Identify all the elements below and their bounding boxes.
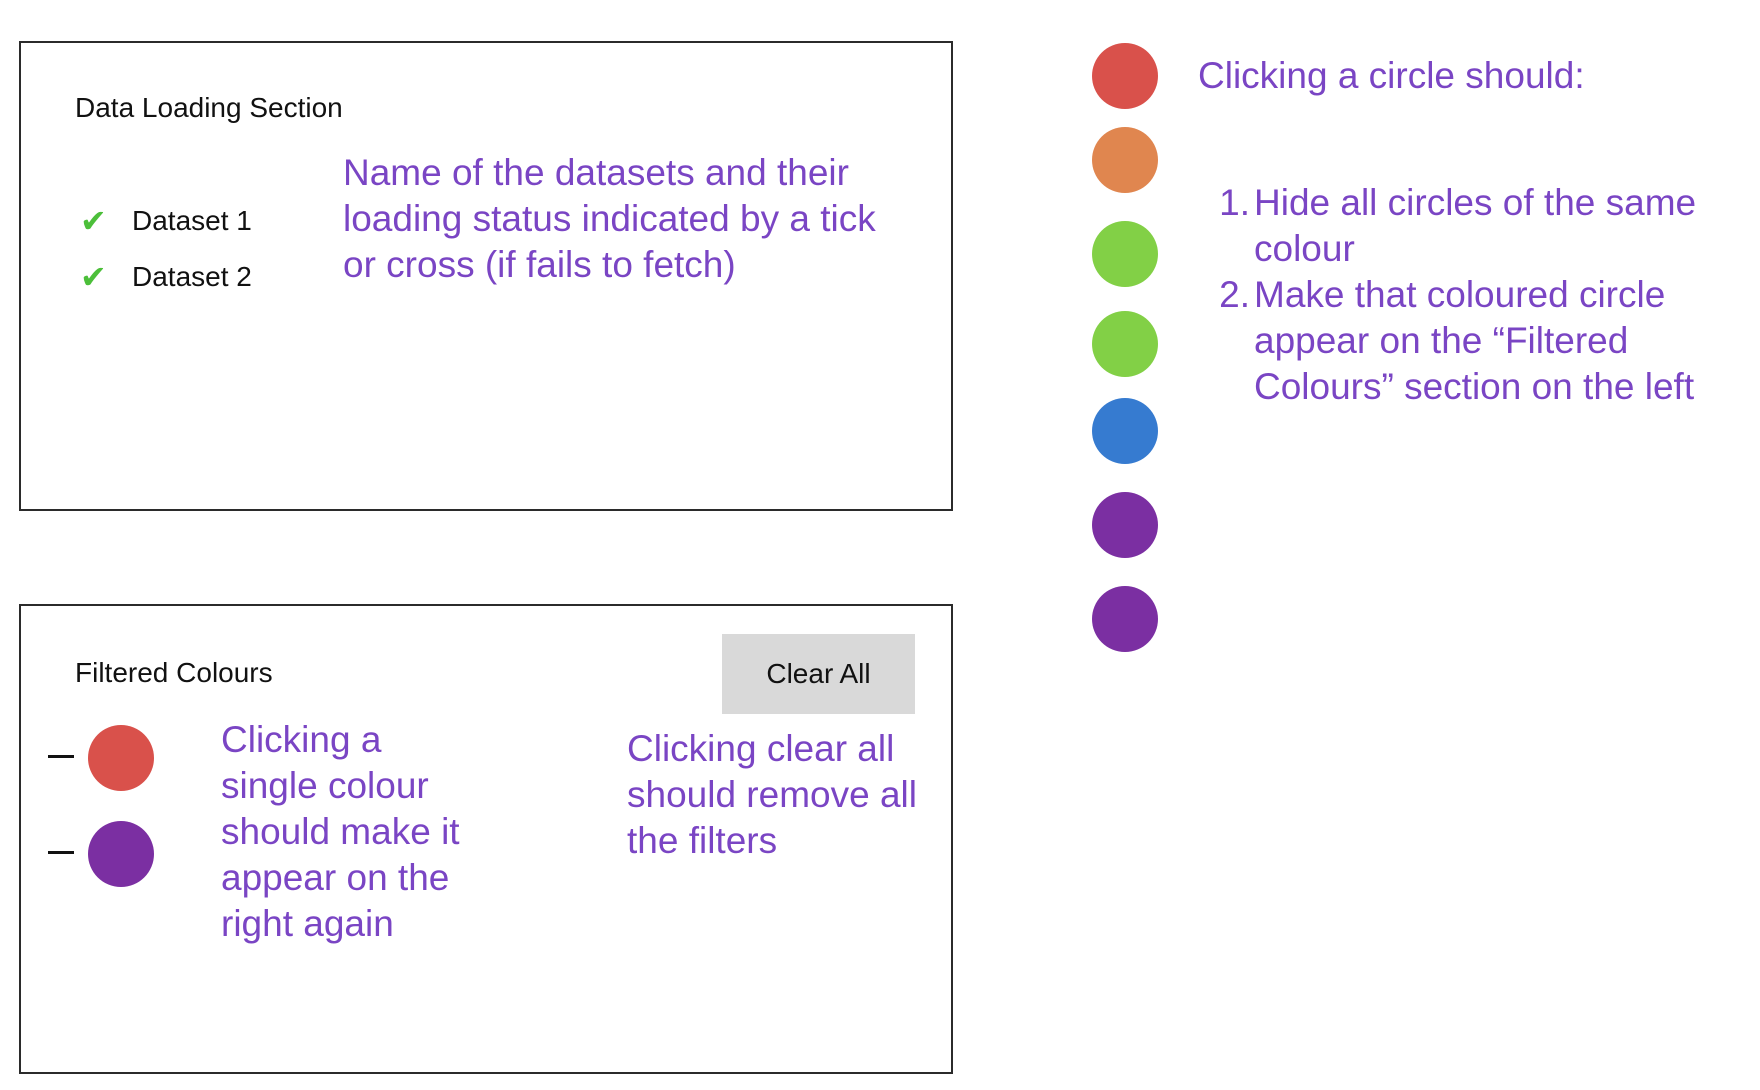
data-loading-annotation: Name of the datasets and their loading s… bbox=[343, 152, 876, 285]
check-icon: ✔ bbox=[80, 259, 107, 295]
circle-instructions-heading: Clicking a circle should: bbox=[1198, 55, 1585, 96]
instruction-step: 1. Hide all circles of the same colour bbox=[1198, 180, 1760, 272]
colour-circle[interactable] bbox=[1092, 221, 1158, 287]
step-number: 2. bbox=[1219, 274, 1250, 315]
check-icon: ✔ bbox=[80, 203, 107, 239]
filtered-colour-circle[interactable] bbox=[88, 725, 154, 791]
clear-all-button[interactable]: Clear All bbox=[722, 634, 915, 714]
colour-circle[interactable] bbox=[1092, 311, 1158, 377]
colour-circle[interactable] bbox=[1092, 586, 1158, 652]
dataset-name: Dataset 2 bbox=[132, 261, 252, 292]
step-text: Hide all circles of the same colour bbox=[1254, 182, 1697, 269]
colour-circle[interactable] bbox=[1092, 492, 1158, 558]
step-number: 1. bbox=[1219, 182, 1250, 223]
colour-circle[interactable] bbox=[1092, 127, 1158, 193]
clear-all-annotation: Clicking clear all should remove all the… bbox=[627, 728, 917, 861]
dataset-item: ✔ Dataset 1 bbox=[80, 202, 252, 240]
filtered-colour-annotation: Clicking a single colour should make it … bbox=[221, 719, 460, 944]
dataset-item: ✔ Dataset 2 bbox=[80, 258, 252, 296]
colour-circle[interactable] bbox=[1092, 43, 1158, 109]
remove-filter-icon[interactable] bbox=[48, 851, 74, 854]
instruction-step: 2. Make that coloured circle appear on t… bbox=[1198, 272, 1760, 410]
remove-filter-icon[interactable] bbox=[48, 755, 74, 758]
filtered-colour-circle[interactable] bbox=[88, 821, 154, 887]
filtered-colours-title: Filtered Colours bbox=[75, 657, 273, 688]
colour-circle[interactable] bbox=[1092, 398, 1158, 464]
circle-instructions-list: 1. Hide all circles of the same colour 2… bbox=[1198, 180, 1760, 410]
step-text: Make that coloured circle appear on the … bbox=[1254, 274, 1695, 407]
dataset-name: Dataset 1 bbox=[132, 205, 252, 236]
data-loading-title: Data Loading Section bbox=[75, 92, 343, 123]
